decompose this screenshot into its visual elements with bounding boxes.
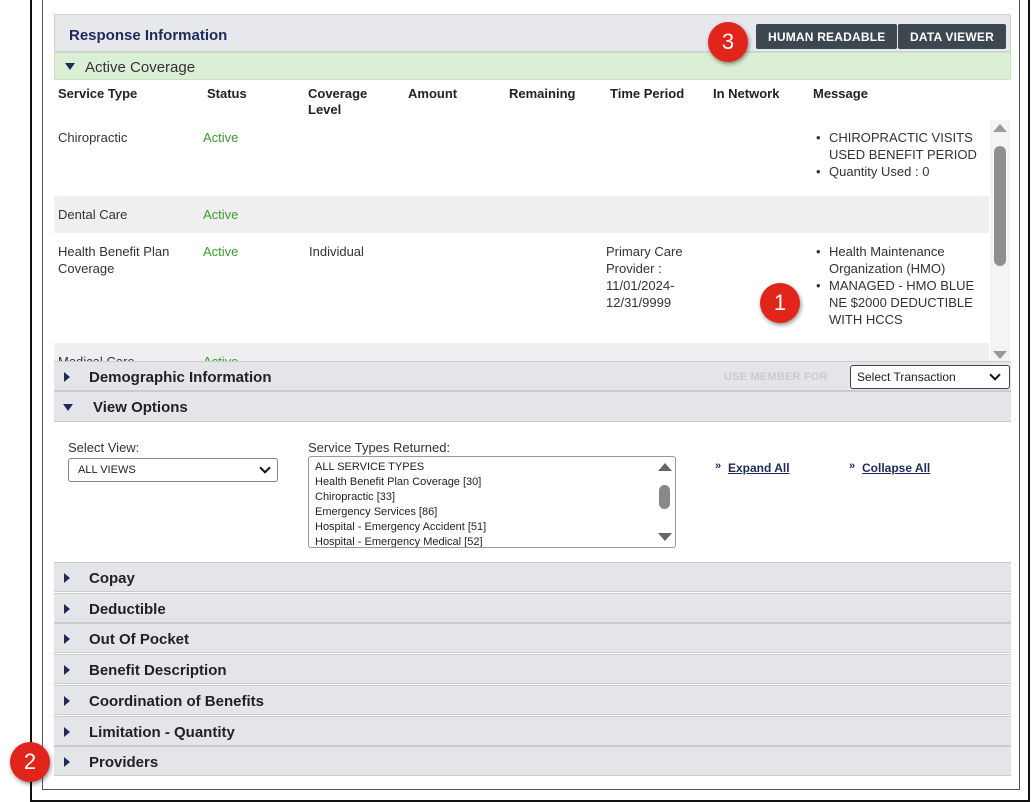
status-cell: Active [203, 207, 239, 222]
column-header-amount: Amount [408, 86, 458, 101]
expand-all-link[interactable]: Expand All [728, 461, 790, 475]
collapse-all-link[interactable]: Collapse All [862, 461, 930, 475]
column-header-coverage-level: Coverage Level [308, 86, 368, 117]
view-options-title: View Options [93, 399, 188, 416]
section-copay-toggle[interactable]: Copay [54, 562, 1011, 592]
chevron-down-icon [989, 369, 1001, 381]
section-title: Copay [89, 570, 135, 587]
message-item: CHIROPRACTIC VISITS USED BENEFIT PERIOD [815, 129, 989, 163]
section-title: Benefit Description [89, 662, 227, 679]
service-type-option[interactable]: Emergency Services [86] [315, 506, 437, 518]
table-row: Dental Care Active [54, 196, 989, 233]
service-type-cell: Chiropractic [58, 130, 128, 145]
double-chevron-down-icon: » [715, 460, 722, 472]
caret-right-icon [64, 372, 70, 382]
human-readable-button[interactable]: HUMAN READABLE [756, 24, 898, 49]
service-types-listbox[interactable]: ALL SERVICE TYPES Health Benefit Plan Co… [308, 456, 676, 548]
column-header-remaining: Remaining [509, 86, 576, 101]
table-row: Chiropractic Active CHIROPRACTIC VISITS … [54, 120, 989, 196]
column-header-time-period: Time Period [610, 86, 685, 101]
service-type-option[interactable]: Hospital - Emergency Medical [52] [315, 536, 483, 547]
chevron-down-icon [259, 462, 271, 474]
view-options-body: Select View: ALL VIEWS Service Types Ret… [54, 422, 1011, 562]
status-cell: Active [203, 130, 239, 145]
view-options-toggle[interactable]: View Options [54, 391, 1011, 422]
section-title: Providers [89, 754, 159, 771]
time-period-cell: Primary Care Provider : 11/01/2024-12/31… [606, 244, 683, 310]
message-item: MANAGED - HMO BLUE NE $2000 DEDUCTIBLE W… [815, 277, 985, 328]
section-title: Limitation - Quantity [89, 724, 235, 741]
scroll-down-arrow-icon[interactable] [658, 533, 672, 541]
scroll-down-arrow-icon[interactable] [993, 351, 1007, 359]
status-cell: Active [203, 244, 239, 259]
section-title: Deductible [89, 601, 166, 618]
caret-right-icon [64, 665, 70, 675]
service-type-cell: Medical Care [58, 353, 135, 361]
section-deductible-toggle[interactable]: Deductible [54, 593, 1011, 623]
caret-right-icon [64, 757, 70, 767]
caret-down-icon [63, 404, 73, 411]
select-view-dropdown[interactable]: ALL VIEWS [68, 458, 278, 482]
caret-right-icon [64, 604, 70, 614]
scrollbar-thumb[interactable] [994, 146, 1006, 266]
coverage-scrollbar[interactable] [990, 120, 1010, 361]
use-member-for-label: USE MEMBER FOR [724, 371, 828, 383]
select-transaction-value: Select Transaction [857, 370, 956, 384]
scroll-up-arrow-icon[interactable] [993, 124, 1007, 132]
coverage-table-body: Chiropractic Active CHIROPRACTIC VISITS … [54, 120, 989, 361]
service-type-option[interactable]: Hospital - Emergency Accident [51] [315, 521, 486, 533]
message-item: Quantity Used : 0 [815, 163, 989, 180]
caret-right-icon [64, 634, 70, 644]
callout-badge: 1 [760, 283, 800, 323]
section-providers-toggle[interactable]: Providers [54, 746, 1011, 776]
active-coverage-label: Active Coverage [85, 59, 196, 76]
select-view-value: ALL VIEWS [78, 464, 136, 476]
select-view-label: Select View: [68, 440, 140, 455]
section-benefit-description-toggle[interactable]: Benefit Description [54, 654, 1011, 684]
column-header-message: Message [813, 86, 868, 101]
callout-badge: 3 [708, 22, 748, 62]
caret-right-icon [64, 727, 70, 737]
column-header-status: Status [207, 86, 247, 101]
response-information-title: Response Information [69, 27, 228, 44]
service-type-option[interactable]: Chiropractic [33] [315, 491, 395, 503]
service-types-label: Service Types Returned: [308, 440, 451, 455]
message-list: Health Maintenance Organization (HMO) MA… [815, 243, 985, 328]
message-item: Health Maintenance Organization (HMO) [815, 243, 985, 277]
demographic-information-title: Demographic Information [89, 369, 272, 386]
section-title: Out Of Pocket [89, 631, 190, 648]
table-row: Health Benefit Plan Coverage Active Indi… [54, 233, 989, 343]
service-type-cell: Health Benefit Plan Coverage [58, 244, 170, 276]
double-chevron-right-icon: » [849, 460, 856, 472]
section-title: Coordination of Benefits [89, 693, 264, 710]
caret-down-icon [65, 63, 75, 70]
service-type-option[interactable]: Health Benefit Plan Coverage [30] [315, 476, 481, 488]
section-coordination-of-benefits-toggle[interactable]: Coordination of Benefits [54, 685, 1011, 715]
message-list: CHIROPRACTIC VISITS USED BENEFIT PERIOD … [815, 129, 989, 180]
select-transaction-dropdown[interactable]: Select Transaction [850, 365, 1010, 389]
caret-right-icon [64, 696, 70, 706]
active-coverage-toggle[interactable]: Active Coverage [54, 52, 1011, 80]
caret-right-icon [64, 573, 70, 583]
scroll-up-arrow-icon[interactable] [658, 463, 672, 471]
column-header-in-network: In Network [713, 86, 780, 101]
demographic-information-toggle[interactable]: Demographic Information USE MEMBER FOR S… [54, 361, 1011, 391]
listbox-scrollbar[interactable] [655, 457, 675, 547]
section-limitation-quantity-toggle[interactable]: Limitation - Quantity [54, 716, 1011, 746]
callout-badge: 2 [10, 742, 50, 782]
response-information-header: Response Information HUMAN READABLE DATA… [54, 14, 1011, 52]
service-type-option[interactable]: ALL SERVICE TYPES [315, 461, 424, 473]
coverage-level-cell: Individual [309, 244, 364, 259]
table-row: Medical Care Active [54, 343, 989, 361]
section-out-of-pocket-toggle[interactable]: Out Of Pocket [54, 623, 1011, 653]
data-viewer-button[interactable]: DATA VIEWER [898, 24, 1006, 49]
column-header-service-type: Service Type [58, 86, 138, 101]
service-type-cell: Dental Care [58, 207, 128, 222]
scrollbar-thumb[interactable] [659, 485, 670, 509]
status-cell: Active [203, 353, 238, 361]
